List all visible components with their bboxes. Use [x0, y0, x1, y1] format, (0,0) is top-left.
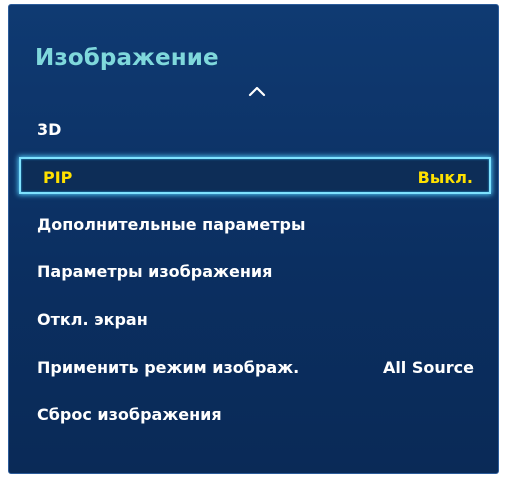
- menu-item-label: Дополнительные параметры: [37, 215, 306, 234]
- menu-item-value: All Source: [382, 358, 474, 377]
- picture-menu-panel: Изображение 3D PIP Выкл. Дополнительные …: [8, 4, 499, 474]
- menu-item-value: Выкл.: [417, 168, 473, 187]
- menu-item-label: 3D: [37, 120, 62, 139]
- menu-item-label: Параметры изображения: [37, 262, 273, 281]
- menu-item-label: PIP: [43, 168, 73, 187]
- menu-item-picture-options[interactable]: Параметры изображения: [37, 257, 477, 287]
- menu-item-3d[interactable]: 3D: [37, 115, 477, 145]
- menu-item-pip[interactable]: PIP Выкл.: [19, 157, 491, 194]
- menu-item-label: Сброс изображения: [37, 405, 222, 424]
- scroll-up-icon[interactable]: [248, 85, 266, 97]
- menu-item-advanced-settings[interactable]: Дополнительные параметры: [37, 210, 477, 240]
- menu-item-label: Применить режим изображ.: [37, 358, 300, 377]
- menu-item-label: Откл. экран: [37, 310, 148, 329]
- menu-title: Изображение: [35, 45, 219, 71]
- menu-item-reset-picture[interactable]: Сброс изображения: [37, 400, 477, 430]
- menu-item-apply-picture-mode[interactable]: Применить режим изображ. All Source: [37, 353, 477, 383]
- menu-item-picture-off[interactable]: Откл. экран: [37, 305, 477, 335]
